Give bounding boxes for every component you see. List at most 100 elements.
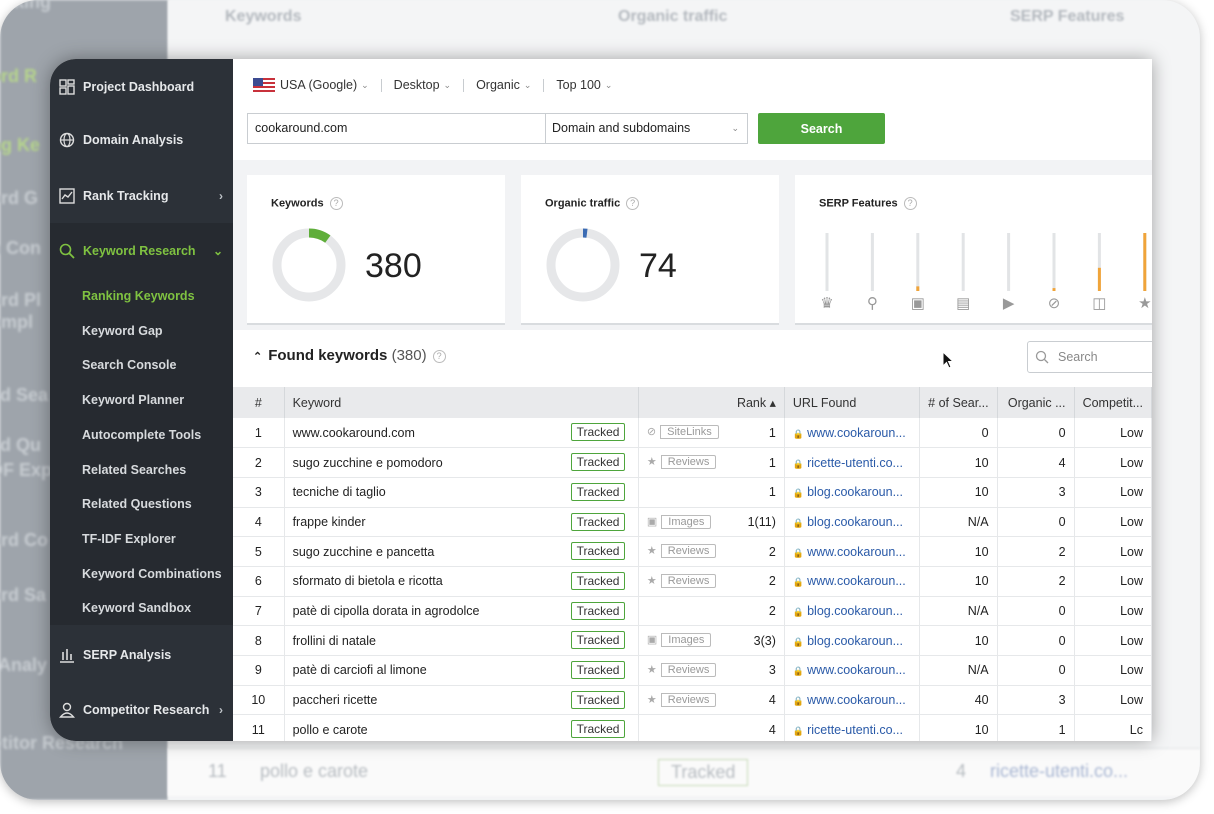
nav-competitor-research[interactable]: Competitor Research › xyxy=(50,682,233,737)
rank-cell: ★ Reviews 2 xyxy=(638,536,785,567)
keyword-text[interactable]: patè di cipolla dorata in agrodolce xyxy=(293,604,480,618)
tracked-badge[interactable]: Tracked xyxy=(570,571,626,590)
submenu-item-related-questions[interactable]: Related Questions xyxy=(82,497,192,511)
keyword-text[interactable]: www.cookaround.com xyxy=(293,426,415,440)
usa-flag-icon xyxy=(253,77,275,93)
submenu-item-autocomplete-tools[interactable]: Autocomplete Tools xyxy=(82,428,201,442)
keyword-text[interactable]: sugo zucchine e pomodoro xyxy=(293,456,443,470)
table-row[interactable]: 6 sformato di bietola e ricotta Tracked ★ Re… xyxy=(233,566,1152,597)
submenu-item-tf-idf-explorer[interactable]: TF-IDF Explorer xyxy=(82,532,176,546)
column-header[interactable]: # of Sear... xyxy=(919,387,998,418)
table-row[interactable]: 7 patè di cipolla dorata in agrodolce Trac… xyxy=(233,596,1152,627)
keyword-text[interactable]: sformato di bietola e ricotta xyxy=(293,574,443,588)
rank-cell: ★ Reviews 1 xyxy=(638,447,785,478)
chevron-down-icon: ⌄ xyxy=(731,123,739,133)
bg-sidebar-text: Analy xyxy=(0,655,48,675)
keyword-text[interactable]: sugo zucchine e pancetta xyxy=(293,545,435,559)
table-row[interactable]: 10 paccheri ricette Tracked ★ Reviews 4 🔒 www.c… xyxy=(233,685,1152,716)
column-header[interactable]: URL Found xyxy=(784,387,920,418)
serp-feature-label: Images xyxy=(661,514,712,529)
submenu-item-search-console[interactable]: Search Console xyxy=(82,358,176,372)
tracked-badge[interactable]: Tracked xyxy=(570,512,626,531)
tracked-badge[interactable]: Tracked xyxy=(570,423,626,441)
device-select[interactable]: Desktop xyxy=(394,78,440,92)
tracked-badge[interactable]: Tracked xyxy=(570,482,626,501)
url-link[interactable]: www.cookaroun... xyxy=(807,693,906,707)
table-row[interactable]: 5 sugo zucchine e pancetta Tracked ★ Reviews… xyxy=(233,536,1152,567)
keyword-cell: patè di cipolla dorata in agrodolce Track… xyxy=(284,596,639,627)
submenu-item-keyword-gap[interactable]: Keyword Gap xyxy=(82,324,163,338)
scope-select[interactable]: Domain and subdomains ⌄ xyxy=(546,113,748,144)
tracked-badge[interactable]: Tracked xyxy=(570,542,626,561)
column-header[interactable]: Keyword xyxy=(284,387,639,418)
tracked-badge[interactable]: Tracked xyxy=(570,720,626,739)
keyword-text[interactable]: tecniche di taglio xyxy=(293,485,386,499)
tracked-badge[interactable]: Tracked xyxy=(570,601,626,620)
domain-input[interactable]: cookaround.com xyxy=(247,113,546,144)
serp-feature: ▣ Images xyxy=(647,633,712,648)
organic-traffic-cell: 0 xyxy=(997,596,1075,627)
url-link[interactable]: www.cookaroun... xyxy=(807,545,906,559)
table-row[interactable]: 9 patè di carciofi al limone Tracked ★ Revie… xyxy=(233,655,1152,686)
tracked-badge[interactable]: Tracked xyxy=(570,690,626,709)
bg-label-serp: SERP Features xyxy=(1010,8,1125,25)
chevron-down-icon: ⌄ xyxy=(443,79,452,90)
app-window: Project Dashboard Domain Analysis Rank T… xyxy=(50,59,1152,741)
column-header[interactable]: # xyxy=(233,387,285,418)
column-header[interactable]: Rank ▴ xyxy=(638,387,785,418)
found-keywords-heading[interactable]: ⌃ Found keywords (380)? xyxy=(253,347,446,364)
search-button[interactable]: Search xyxy=(758,113,885,144)
url-link[interactable]: www.cookaroun... xyxy=(807,426,906,440)
chevron-right-icon: › xyxy=(219,702,223,717)
url-link[interactable]: blog.cookaroun... xyxy=(807,634,903,648)
keyword-text[interactable]: patè di carciofi al limone xyxy=(293,663,427,677)
table-row[interactable]: 2 sugo zucchine e pomodoro Tracked ★ Reviews… xyxy=(233,447,1152,478)
filter-bar: USA (Google) ⌄ Desktop ⌄ Organic ⌄ Top 100 ⌄ xyxy=(253,76,612,94)
table-row[interactable]: 8 frollini di natale Tracked ▣ Images 3(3) 🔒 bl… xyxy=(233,625,1152,656)
url-link[interactable]: ricette-utenti.co... xyxy=(807,723,903,737)
tracked-badge[interactable]: Tracked xyxy=(570,631,626,650)
country-select[interactable]: USA (Google) xyxy=(280,78,357,92)
nav-serp-analysis[interactable]: SERP Analysis xyxy=(50,627,233,682)
url-link[interactable]: blog.cookaroun... xyxy=(807,485,903,499)
column-header[interactable]: Organic ... xyxy=(997,387,1075,418)
column-header[interactable]: Competit... xyxy=(1074,387,1152,418)
keyword-text[interactable]: pollo e carote xyxy=(293,723,368,737)
tracked-badge[interactable]: Tracked xyxy=(570,453,626,472)
url-link[interactable]: ricette-utenti.co... xyxy=(807,456,903,470)
chevron-down-icon: ⌄ xyxy=(523,79,532,90)
nav-domain-analysis[interactable]: Domain Analysis xyxy=(50,112,233,167)
submenu-item-related-searches[interactable]: Related Searches xyxy=(82,463,186,477)
table-row[interactable]: 4 frappe kinder Tracked ▣ Images 1(11) 🔒 blog.c… xyxy=(233,507,1152,538)
nav-project-dashboard[interactable]: Project Dashboard xyxy=(50,59,233,114)
nav-label: Project Dashboard xyxy=(83,79,195,94)
table-row[interactable]: 1 www.cookaround.com Tracked ⊘ SiteLinks 1 🔒 ww… xyxy=(233,418,1152,449)
type-select[interactable]: Organic xyxy=(476,78,520,92)
keyword-text[interactable]: paccheri ricette xyxy=(293,693,378,707)
table-row[interactable]: 11 pollo e carote Tracked 4 🔒 ricette-utenti.… xyxy=(233,714,1152,741)
keyword-cell: frappe kinder Tracked xyxy=(284,507,639,538)
nav-keyword-research[interactable]: Keyword Research ⌄ xyxy=(50,223,233,278)
help-icon: ? xyxy=(903,197,917,210)
organic-traffic-cell: 2 xyxy=(997,566,1075,597)
nav-rank-tracking[interactable]: Rank Tracking › xyxy=(50,168,233,223)
image-icon: ▣ xyxy=(911,295,925,310)
depth-select[interactable]: Top 100 xyxy=(556,78,600,92)
tracked-badge[interactable]: Tracked xyxy=(570,661,626,679)
table-row[interactable]: 3 tecniche di taglio Tracked 1 🔒 blog.cookaro… xyxy=(233,477,1152,508)
submenu-item-keyword-combinations[interactable]: Keyword Combinations xyxy=(82,567,222,581)
submenu-item-keyword-sandbox[interactable]: Keyword Sandbox xyxy=(82,601,191,615)
rank-value: 1 xyxy=(768,425,776,440)
submenu-item-keyword-planner[interactable]: Keyword Planner xyxy=(82,393,184,407)
nav-label: SERP Analysis xyxy=(83,647,172,662)
keyword-text[interactable]: frappe kinder xyxy=(293,515,366,529)
url-link[interactable]: blog.cookaroun... xyxy=(807,515,903,529)
rank-cell: ★ Reviews 3 xyxy=(638,655,785,686)
bg-sidebar-text: ed Sea xyxy=(0,385,49,405)
url-link[interactable]: blog.cookaroun... xyxy=(807,604,903,618)
lock-icon: 🔒 xyxy=(792,606,805,617)
url-link[interactable]: www.cookaroun... xyxy=(807,663,906,677)
keyword-text[interactable]: frollini di natale xyxy=(293,634,376,648)
submenu-item-ranking-keywords[interactable]: Ranking Keywords xyxy=(82,289,195,303)
url-link[interactable]: www.cookaroun... xyxy=(807,574,906,588)
